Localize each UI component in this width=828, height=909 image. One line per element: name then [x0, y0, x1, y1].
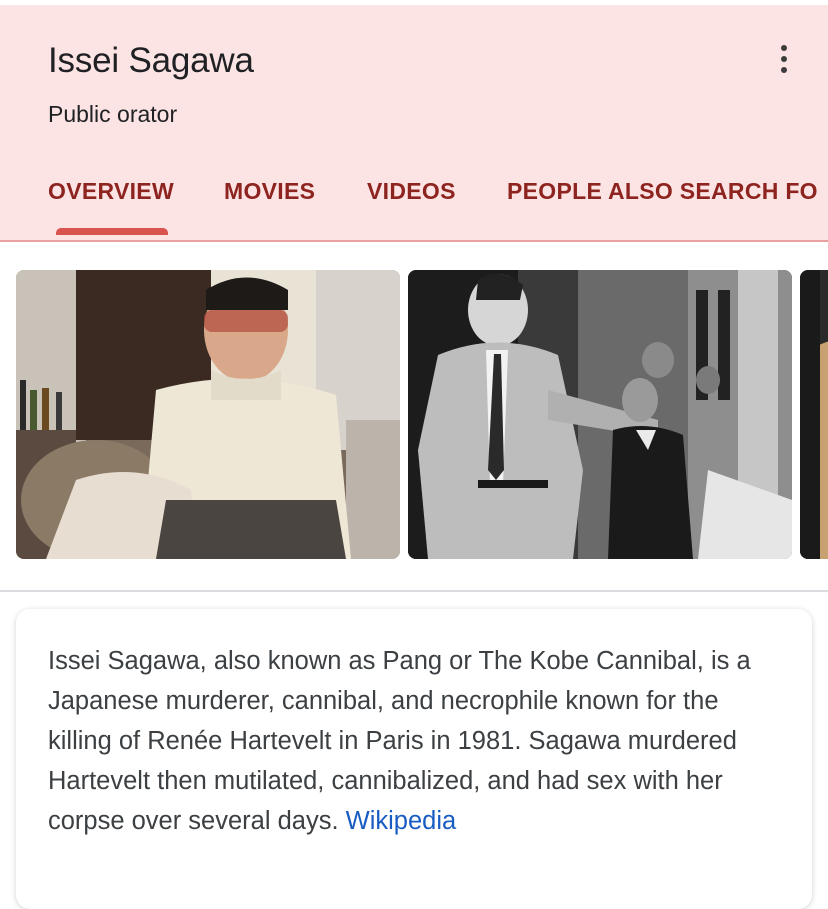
entity-title: Issei Sagawa: [48, 41, 254, 80]
entity-subtitle: Public orator: [48, 101, 178, 127]
image-carousel: [0, 270, 828, 560]
tab-overview[interactable]: OVERVIEW: [48, 178, 174, 205]
tab-videos[interactable]: VIDEOS: [367, 178, 456, 205]
tab-selected-indicator: [56, 228, 168, 235]
photo-3[interactable]: [800, 270, 828, 559]
description-text-block: Issei Sagawa, also known as Pang or The …: [48, 641, 788, 841]
tab-people-also-search-for[interactable]: PEOPLE ALSO SEARCH FO: [507, 178, 818, 205]
tab-movies[interactable]: MOVIES: [224, 178, 315, 205]
description-card: Issei Sagawa, also known as Pang or The …: [16, 609, 812, 909]
wikipedia-link[interactable]: Wikipedia: [346, 807, 457, 835]
more-vert-icon[interactable]: [768, 39, 800, 79]
photo-2[interactable]: [408, 270, 792, 559]
photo-1[interactable]: [16, 270, 400, 559]
section-divider: [0, 590, 828, 592]
